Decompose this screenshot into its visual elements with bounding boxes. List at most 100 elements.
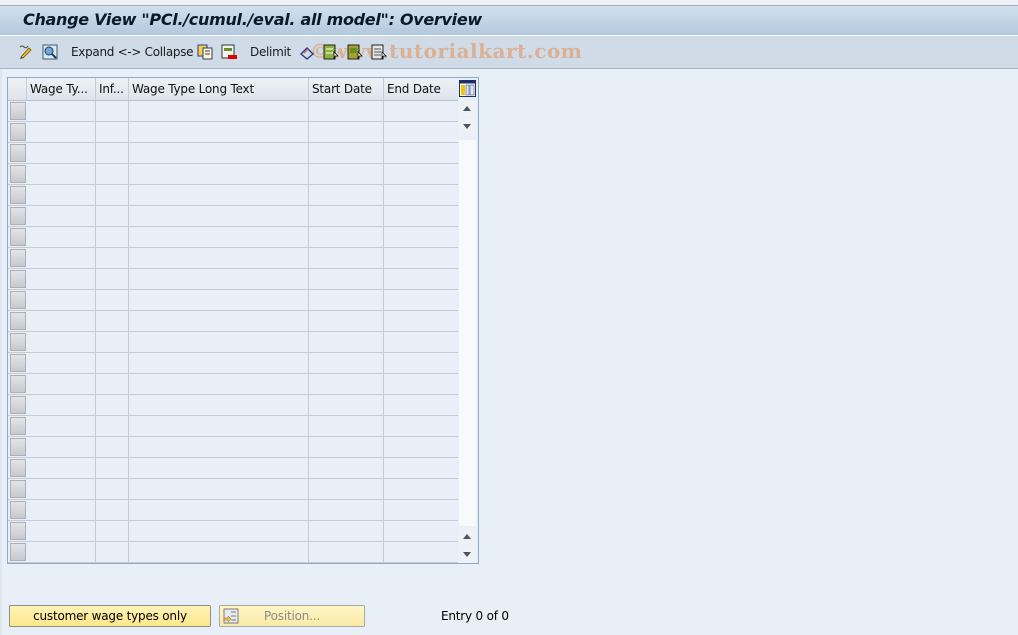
table-cell-start-date[interactable] — [309, 353, 384, 374]
table-cell-end-date[interactable] — [384, 185, 458, 206]
table-cell-long-text[interactable] — [129, 542, 309, 563]
table-cell-long-text[interactable] — [129, 311, 309, 332]
table-cell-inf[interactable] — [96, 311, 129, 332]
row-selector[interactable] — [10, 480, 26, 498]
row-selector[interactable] — [10, 249, 26, 267]
row-selector[interactable] — [10, 102, 26, 120]
select-block-icon[interactable] — [347, 44, 363, 60]
table-cell-end-date[interactable] — [384, 143, 458, 164]
position-button[interactable]: Position... — [219, 605, 365, 627]
table-cell-long-text[interactable] — [129, 479, 309, 500]
scroll-page-down-button[interactable] — [459, 546, 476, 563]
table-cell-long-text[interactable] — [129, 416, 309, 437]
table-cell-inf[interactable] — [96, 206, 129, 227]
customer-wage-types-only-button[interactable]: customer wage types only — [9, 605, 211, 627]
table-cell-inf[interactable] — [96, 122, 129, 143]
table-cell-long-text[interactable] — [129, 206, 309, 227]
table-cell-start-date[interactable] — [309, 164, 384, 185]
table-cell-inf[interactable] — [96, 458, 129, 479]
table-cell-wage-type[interactable] — [27, 227, 96, 248]
delimit-button[interactable]: Delimit — [250, 45, 291, 59]
column-header-start-date[interactable]: Start Date — [309, 78, 384, 100]
table-cell-wage-type[interactable] — [27, 185, 96, 206]
table-cell-start-date[interactable] — [309, 521, 384, 542]
table-cell-wage-type[interactable] — [27, 416, 96, 437]
table-cell-end-date[interactable] — [384, 479, 458, 500]
table-cell-start-date[interactable] — [309, 500, 384, 521]
table-cell-long-text[interactable] — [129, 500, 309, 521]
table-cell-inf[interactable] — [96, 437, 129, 458]
table-cell-long-text[interactable] — [129, 458, 309, 479]
table-settings-icon[interactable] — [459, 80, 476, 97]
table-cell-start-date[interactable] — [309, 248, 384, 269]
delete-icon[interactable] — [221, 44, 237, 60]
table-cell-wage-type[interactable] — [27, 374, 96, 395]
table-cell-end-date[interactable] — [384, 521, 458, 542]
table-cell-start-date[interactable] — [309, 542, 384, 563]
table-cell-inf[interactable] — [96, 500, 129, 521]
table-cell-inf[interactable] — [96, 353, 129, 374]
display-change-icon[interactable] — [18, 44, 34, 60]
table-cell-long-text[interactable] — [129, 332, 309, 353]
vertical-scrollbar[interactable] — [459, 100, 476, 563]
row-selector[interactable] — [10, 354, 26, 372]
table-cell-long-text[interactable] — [129, 101, 309, 122]
table-cell-wage-type[interactable] — [27, 437, 96, 458]
table-cell-inf[interactable] — [96, 479, 129, 500]
table-cell-long-text[interactable] — [129, 227, 309, 248]
table-cell-end-date[interactable] — [384, 248, 458, 269]
table-cell-long-text[interactable] — [129, 290, 309, 311]
row-selector[interactable] — [10, 396, 26, 414]
row-selector[interactable] — [10, 501, 26, 519]
table-cell-long-text[interactable] — [129, 143, 309, 164]
table-cell-inf[interactable] — [96, 164, 129, 185]
row-selector[interactable] — [10, 144, 26, 162]
row-selector[interactable] — [10, 207, 26, 225]
table-cell-long-text[interactable] — [129, 164, 309, 185]
table-cell-start-date[interactable] — [309, 185, 384, 206]
table-cell-end-date[interactable] — [384, 458, 458, 479]
table-cell-end-date[interactable] — [384, 374, 458, 395]
table-cell-wage-type[interactable] — [27, 101, 96, 122]
table-cell-start-date[interactable] — [309, 311, 384, 332]
table-cell-start-date[interactable] — [309, 227, 384, 248]
column-header-long-text[interactable]: Wage Type Long Text — [129, 78, 309, 100]
table-cell-inf[interactable] — [96, 332, 129, 353]
column-header-inf[interactable]: Inf... — [96, 78, 129, 100]
table-cell-end-date[interactable] — [384, 395, 458, 416]
table-cell-start-date[interactable] — [309, 437, 384, 458]
table-cell-wage-type[interactable] — [27, 248, 96, 269]
table-cell-inf[interactable] — [96, 416, 129, 437]
scroll-page-up-button[interactable] — [459, 528, 476, 545]
row-selector[interactable] — [10, 123, 26, 141]
table-cell-long-text[interactable] — [129, 521, 309, 542]
table-cell-inf[interactable] — [96, 143, 129, 164]
table-cell-long-text[interactable] — [129, 395, 309, 416]
table-cell-start-date[interactable] — [309, 395, 384, 416]
table-cell-wage-type[interactable] — [27, 290, 96, 311]
table-cell-wage-type[interactable] — [27, 521, 96, 542]
table-cell-wage-type[interactable] — [27, 395, 96, 416]
table-cell-inf[interactable] — [96, 290, 129, 311]
table-cell-long-text[interactable] — [129, 269, 309, 290]
scroll-up-button[interactable] — [459, 100, 476, 117]
table-cell-start-date[interactable] — [309, 206, 384, 227]
table-cell-start-date[interactable] — [309, 416, 384, 437]
table-cell-wage-type[interactable] — [27, 458, 96, 479]
table-cell-start-date[interactable] — [309, 122, 384, 143]
table-cell-wage-type[interactable] — [27, 542, 96, 563]
table-cell-end-date[interactable] — [384, 122, 458, 143]
row-selector[interactable] — [10, 291, 26, 309]
table-cell-end-date[interactable] — [384, 269, 458, 290]
scroll-track[interactable] — [459, 140, 476, 526]
table-cell-end-date[interactable] — [384, 206, 458, 227]
copy-as-icon[interactable] — [197, 44, 213, 60]
table-cell-inf[interactable] — [96, 227, 129, 248]
table-cell-end-date[interactable] — [384, 164, 458, 185]
table-cell-long-text[interactable] — [129, 374, 309, 395]
row-selector[interactable] — [10, 438, 26, 456]
table-cell-wage-type[interactable] — [27, 164, 96, 185]
table-cell-end-date[interactable] — [384, 500, 458, 521]
table-cell-long-text[interactable] — [129, 122, 309, 143]
row-selector[interactable] — [10, 375, 26, 393]
